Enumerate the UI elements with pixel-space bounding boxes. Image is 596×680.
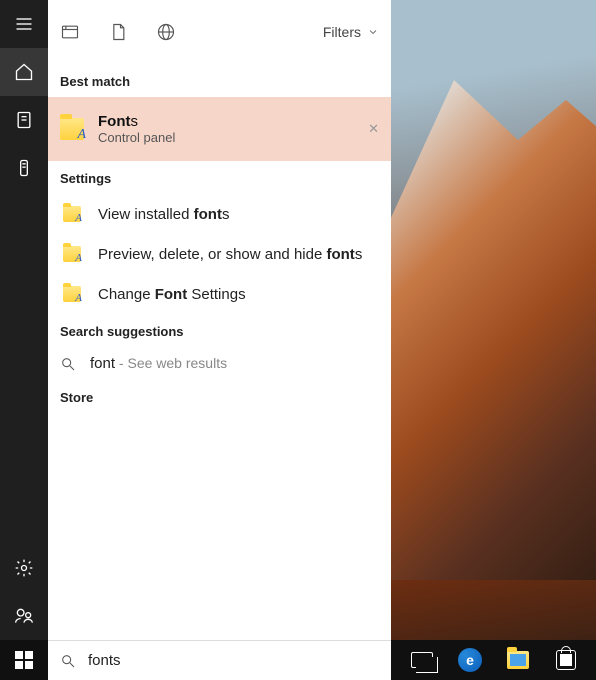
fonts-folder-icon: A — [60, 117, 84, 141]
settings-result-label: Change Font Settings — [98, 286, 246, 303]
menu-button[interactable] — [0, 0, 48, 48]
best-match-subtitle: Control panel — [98, 130, 175, 145]
edge-button[interactable] — [446, 640, 494, 680]
scope-apps-icon[interactable] — [60, 22, 80, 42]
suggestion-label: font - See web results — [90, 355, 227, 372]
best-match-title: Fonts — [98, 113, 175, 130]
settings-result[interactable]: A View installed fonts — [48, 194, 391, 234]
scope-documents-icon[interactable] — [108, 22, 128, 42]
fonts-setting-icon: A — [60, 202, 84, 226]
settings-result[interactable]: A Change Font Settings — [48, 274, 391, 314]
section-search-suggestions: Search suggestions — [48, 314, 391, 347]
best-match-result[interactable]: A Fonts Control panel ✕ — [48, 97, 391, 161]
section-best-match: Best match — [48, 64, 391, 97]
fonts-setting-icon: A — [60, 282, 84, 306]
search-icon — [60, 653, 76, 669]
search-box[interactable] — [48, 640, 391, 680]
scope-web-icon[interactable] — [156, 22, 176, 42]
close-icon[interactable]: ✕ — [368, 121, 379, 137]
devices-button[interactable] — [0, 144, 48, 192]
file-explorer-icon — [507, 651, 529, 669]
filters-button[interactable]: Filters — [323, 24, 379, 40]
start-button[interactable] — [0, 640, 48, 680]
section-store: Store — [48, 380, 391, 413]
windows-logo-icon — [15, 651, 33, 669]
store-button[interactable] — [542, 640, 590, 680]
home-button[interactable] — [0, 48, 48, 96]
search-panel: Filters Best match A Fonts Control panel… — [48, 0, 391, 640]
settings-button[interactable] — [0, 544, 48, 592]
web-suggestion[interactable]: font - See web results — [48, 347, 391, 380]
search-input[interactable] — [88, 652, 379, 669]
cortana-rail — [0, 0, 48, 640]
settings-result-label: View installed fonts — [98, 206, 229, 223]
panel-header: Filters — [48, 0, 391, 64]
task-view-button[interactable] — [398, 640, 446, 680]
search-icon — [60, 356, 76, 372]
task-view-icon — [411, 652, 433, 668]
edge-icon — [458, 648, 482, 672]
settings-result-label: Preview, delete, or show and hide fonts — [98, 246, 362, 263]
section-settings: Settings — [48, 161, 391, 194]
filters-label: Filters — [323, 24, 361, 40]
feedback-button[interactable] — [0, 592, 48, 640]
fonts-setting-icon: A — [60, 242, 84, 266]
settings-result[interactable]: A Preview, delete, or show and hide font… — [48, 234, 391, 274]
notebook-button[interactable] — [0, 96, 48, 144]
file-explorer-button[interactable] — [494, 640, 542, 680]
chevron-down-icon — [367, 26, 379, 38]
store-icon — [556, 650, 576, 670]
